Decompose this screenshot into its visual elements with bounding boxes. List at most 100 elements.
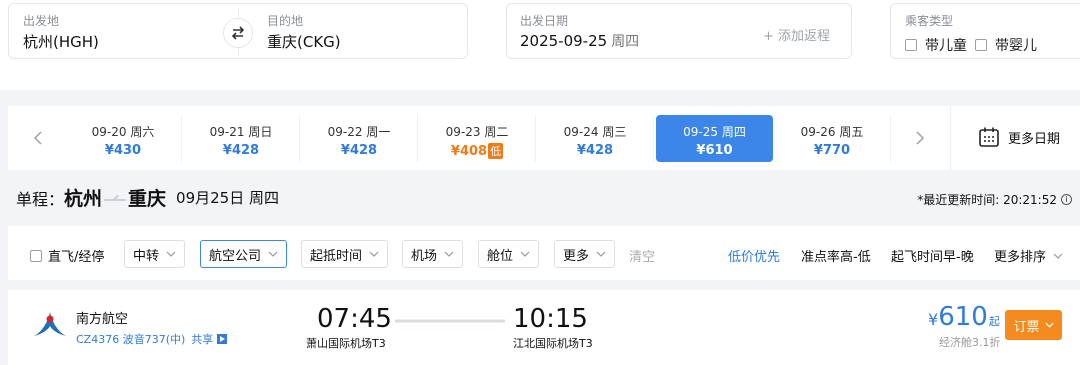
chevron-down-icon bbox=[268, 251, 278, 257]
airline-logo-icon bbox=[34, 312, 66, 336]
chevron-down-icon bbox=[444, 251, 454, 257]
from-city-input[interactable]: 杭州(HGH) bbox=[23, 31, 99, 52]
date-label: 出发日期 bbox=[520, 14, 569, 28]
date-item-selected[interactable]: 09-25 周四 ¥610 bbox=[656, 115, 773, 162]
chevron-right-icon bbox=[916, 131, 924, 145]
swap-icon bbox=[231, 26, 245, 40]
sort-punctuality[interactable]: 准点率高-低 bbox=[801, 246, 871, 265]
date-item-date: 09-20 周六 bbox=[91, 125, 155, 139]
date-selector[interactable]: 出发日期 2025-09-25 周四 + 添加返程 bbox=[506, 3, 852, 59]
flight-number-link[interactable]: CZ4376 波音737(中) 共享 bbox=[76, 331, 228, 347]
arrival-airport: 江北国际机场T3 bbox=[513, 337, 593, 350]
summary-from-city: 杭州 bbox=[64, 188, 103, 210]
date-item-date: 09-26 周五 bbox=[800, 125, 864, 139]
time-filter-dropdown[interactable]: 起抵时间 bbox=[301, 240, 389, 268]
date-item[interactable]: 09-26 周五 ¥770 bbox=[774, 115, 891, 162]
clear-filters-button[interactable]: 清空 bbox=[629, 246, 655, 265]
dropdown-label: 更多排序 bbox=[994, 250, 1047, 265]
date-item[interactable]: 09-20 周六 ¥430 bbox=[65, 115, 182, 162]
summary-date: 09月25日 周四 bbox=[176, 189, 279, 207]
chevron-down-icon bbox=[369, 251, 379, 257]
prev-dates-button[interactable] bbox=[28, 126, 48, 150]
checkbox-box[interactable] bbox=[30, 249, 42, 262]
flight-number: CZ4376 波音737(中) bbox=[76, 333, 186, 346]
dropdown-label: 中转 bbox=[133, 248, 160, 264]
infant-checkbox-label: 带婴儿 bbox=[995, 38, 1037, 54]
date-item-price: ¥428 bbox=[340, 143, 378, 158]
date-item-price: ¥610 bbox=[696, 143, 733, 158]
date-item-price: ¥770 bbox=[813, 143, 851, 158]
checkbox-box[interactable] bbox=[975, 39, 987, 51]
flight-result-row[interactable]: 南方航空 CZ4376 波音737(中) 共享 07:45 萧山国际机场T3 1… bbox=[8, 290, 1080, 365]
child-checkbox-label: 带儿童 bbox=[925, 38, 967, 54]
chevron-down-icon bbox=[1053, 253, 1063, 259]
sort-low-price[interactable]: 低价优先 bbox=[728, 246, 780, 265]
filter-bar: 直飞/经停 中转 航空公司 起抵时间 机场 舱位 更多 清空 低价优先 准点率高… bbox=[8, 226, 1080, 280]
sort-departure-time[interactable]: 起飞时间早-晚 bbox=[891, 246, 974, 265]
departure-date-input[interactable]: 2025-09-25 周四 bbox=[520, 31, 639, 51]
more-sort-dropdown[interactable]: 更多排序 bbox=[994, 246, 1063, 265]
airline-name: 南方航空 bbox=[76, 312, 129, 327]
date-item-price: ¥408 低 bbox=[450, 143, 504, 159]
date-item-date: 09-25 周四 bbox=[683, 125, 746, 139]
chevron-left-icon bbox=[34, 131, 42, 145]
cabin-discount: 经济舱3.1折 bbox=[939, 336, 1001, 349]
airline-filter-dropdown[interactable]: 航空公司 bbox=[200, 240, 288, 268]
arrival-time: 10:15 bbox=[513, 304, 588, 334]
add-return-button[interactable]: + 添加返程 bbox=[763, 25, 830, 44]
departure-weekday: 周四 bbox=[611, 34, 640, 50]
book-button[interactable]: 订票 bbox=[1005, 310, 1062, 340]
departure-airport: 萧山国际机场T3 bbox=[306, 337, 386, 350]
chevron-down-icon bbox=[1044, 322, 1054, 328]
date-item-date: 09-22 周一 bbox=[327, 125, 391, 139]
date-item-date: 09-21 周日 bbox=[209, 125, 273, 139]
date-item-lowest[interactable]: 09-23 周二 ¥408 低 bbox=[419, 115, 536, 162]
from-label: 出发地 bbox=[23, 14, 60, 28]
date-item-date: 09-24 周三 bbox=[563, 125, 627, 139]
price-suffix: 起 bbox=[988, 315, 1000, 328]
summary-to-city: 重庆 bbox=[128, 188, 167, 210]
swap-cities-button[interactable] bbox=[223, 18, 253, 48]
infant-checkbox[interactable]: 带婴儿 bbox=[975, 35, 1037, 55]
dropdown-label: 更多 bbox=[563, 248, 590, 264]
info-icon[interactable]: i bbox=[1061, 194, 1072, 205]
date-item[interactable]: 09-21 周日 ¥428 bbox=[183, 115, 300, 162]
strip-divider bbox=[950, 106, 951, 170]
date-item[interactable]: 09-24 周三 ¥428 bbox=[537, 115, 654, 162]
airport-filter-dropdown[interactable]: 机场 bbox=[402, 240, 464, 268]
codeshare-label: 共享 bbox=[191, 333, 214, 346]
chevron-down-icon bbox=[520, 251, 530, 257]
more-dates-label: 更多日期 bbox=[1008, 131, 1061, 147]
passenger-type-selector: 乘客类型 带儿童 带婴儿 bbox=[890, 3, 1080, 59]
cabin-filter-dropdown[interactable]: 舱位 bbox=[478, 240, 540, 268]
book-button-label: 订票 bbox=[1013, 319, 1040, 335]
last-updated: *最近更新时间: 20:21:52 i bbox=[917, 191, 1072, 208]
date-item[interactable]: 09-22 周一 ¥428 bbox=[301, 115, 418, 162]
checkbox-box[interactable] bbox=[905, 39, 917, 51]
dropdown-label: 机场 bbox=[411, 248, 438, 264]
direct-flight-checkbox[interactable]: 直飞/经停 bbox=[30, 246, 104, 265]
child-checkbox[interactable]: 带儿童 bbox=[905, 35, 967, 55]
to-city-input[interactable]: 重庆(CKG) bbox=[267, 31, 341, 52]
trip-summary: 单程： 杭州 重庆 09月25日 周四 bbox=[16, 184, 279, 211]
date-item-price: ¥428 bbox=[576, 143, 614, 158]
date-item-price: ¥430 bbox=[104, 143, 142, 158]
chevron-down-icon bbox=[596, 251, 606, 257]
more-filter-dropdown[interactable]: 更多 bbox=[554, 240, 616, 268]
more-dates-button[interactable]: 更多日期 bbox=[978, 126, 1060, 148]
transfer-filter-dropdown[interactable]: 中转 bbox=[124, 240, 186, 268]
departure-date-value: 2025-09-25 bbox=[520, 32, 608, 50]
to-label: 目的地 bbox=[267, 14, 304, 28]
search-bar-area: 出发地 杭州(HGH) 目的地 重庆(CKG) 出发日期 2025-09-25 周… bbox=[0, 0, 1080, 90]
play-icon bbox=[217, 334, 228, 344]
price-currency: ¥ bbox=[928, 310, 939, 329]
route-selector: 出发地 杭州(HGH) 目的地 重庆(CKG) bbox=[8, 3, 468, 59]
lowest-price-badge: 低 bbox=[488, 143, 504, 159]
dropdown-label: 起抵时间 bbox=[310, 248, 363, 264]
dropdown-label: 舱位 bbox=[487, 248, 514, 264]
departure-time: 07:45 bbox=[317, 304, 392, 334]
next-dates-button[interactable] bbox=[910, 126, 930, 150]
dropdown-label: 航空公司 bbox=[209, 248, 262, 264]
date-item-date: 09-23 周二 bbox=[445, 125, 509, 139]
chevron-down-icon bbox=[166, 251, 176, 257]
